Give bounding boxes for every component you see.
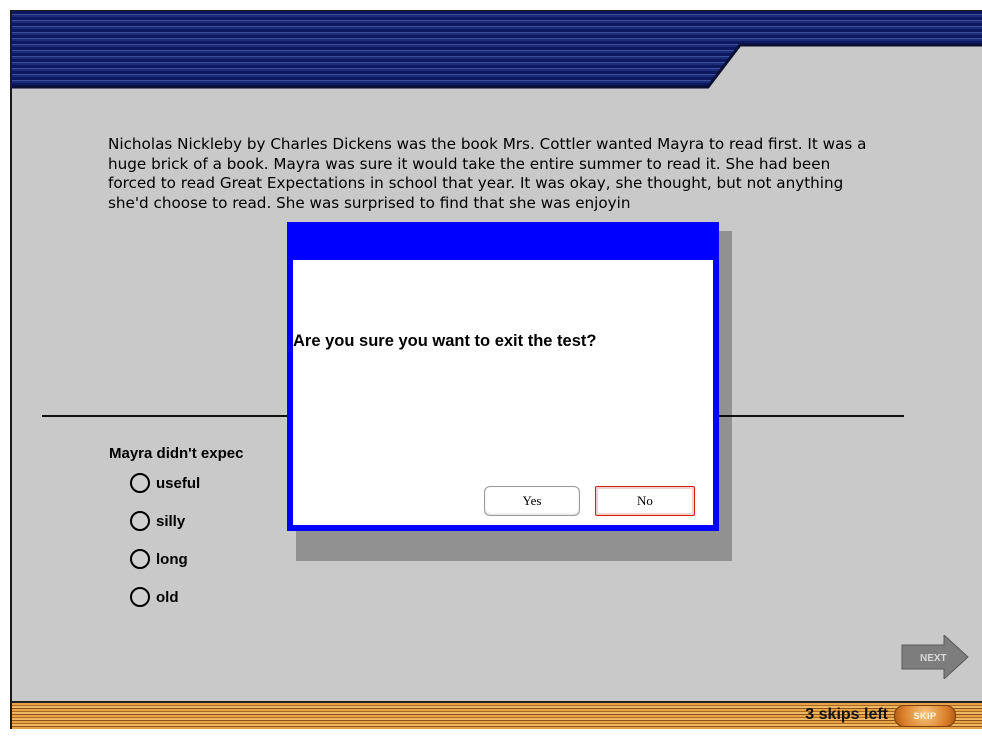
- option-label: old: [156, 588, 179, 606]
- test-screen: Nicholas Nickleby by Charles Dickens was…: [10, 10, 982, 729]
- yes-button[interactable]: Yes: [484, 486, 580, 516]
- no-button-label: No: [637, 493, 653, 508]
- exit-confirm-dialog: Are you sure you want to exit the test? …: [287, 222, 719, 531]
- option-label: long: [156, 550, 188, 568]
- header-banner: [12, 11, 982, 91]
- skip-button-label: SKIP: [913, 711, 937, 721]
- radio-button[interactable]: [130, 587, 150, 607]
- answer-option-silly[interactable]: silly: [130, 511, 185, 531]
- next-button-label: NEXT: [920, 653, 947, 664]
- dialog-body: Are you sure you want to exit the test? …: [293, 260, 713, 525]
- footer-bar: 3 skips left SKIP: [12, 701, 982, 729]
- skips-left-counter: 3 skips left: [805, 706, 888, 723]
- option-label: silly: [156, 512, 186, 530]
- radio-button[interactable]: [130, 549, 150, 569]
- dialog-message: Are you sure you want to exit the test?: [293, 332, 597, 350]
- radio-button[interactable]: [130, 511, 150, 531]
- radio-button[interactable]: [130, 473, 150, 493]
- skip-button[interactable]: SKIP: [894, 705, 956, 727]
- option-label: useful: [156, 474, 201, 492]
- next-button[interactable]: NEXT: [900, 635, 970, 679]
- question-text: Mayra didn't expec: [109, 445, 244, 462]
- no-button[interactable]: No: [595, 486, 695, 516]
- answer-option-long[interactable]: long: [130, 549, 188, 569]
- answer-option-useful[interactable]: useful: [130, 473, 200, 493]
- answer-option-old[interactable]: old: [130, 587, 179, 607]
- reading-passage: Nicholas Nickleby by Charles Dickens was…: [108, 135, 867, 212]
- yes-button-label: Yes: [522, 493, 542, 508]
- dialog-title-bar[interactable]: [287, 222, 719, 260]
